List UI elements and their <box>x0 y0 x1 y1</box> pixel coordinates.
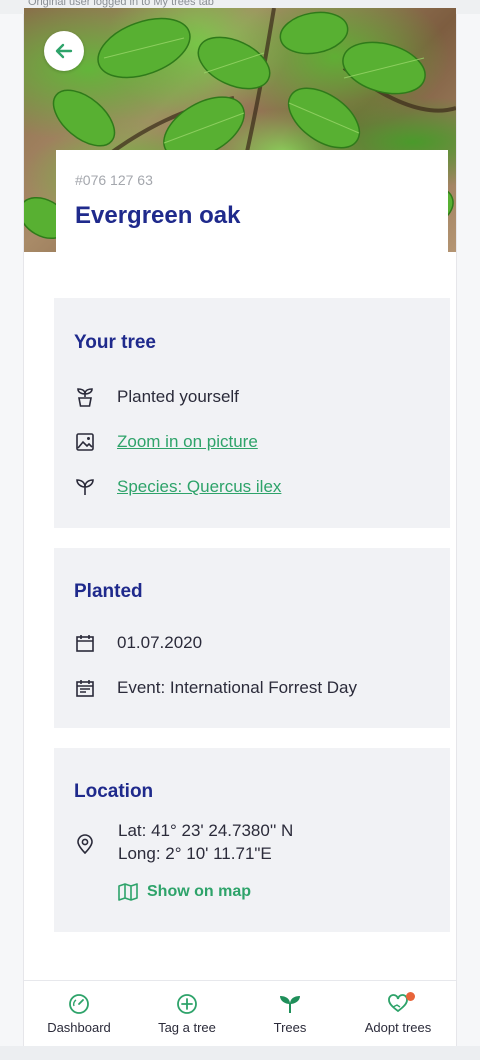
location-card: Location Lat: 41° 23' 24.7380'' N Long: … <box>54 748 450 932</box>
tree-id: #076 127 63 <box>75 172 153 188</box>
app-frame: Original user logged in to My trees tab <box>0 0 480 1060</box>
planted-date-row: 01.07.2020 <box>74 632 202 654</box>
plant-pot-icon <box>74 386 96 408</box>
coordinates: Lat: 41° 23' 24.7380'' N Long: 2° 10' 11… <box>118 819 293 865</box>
nav-adopt-trees[interactable]: Adopt trees <box>340 981 456 1047</box>
nav-adopt-trees-label: Adopt trees <box>364 1020 432 1035</box>
right-gutter <box>456 0 480 1060</box>
nav-dashboard[interactable]: Dashboard <box>24 981 134 1047</box>
nav-trees[interactable]: Trees <box>240 981 340 1047</box>
location-title: Location <box>74 781 154 802</box>
species-row[interactable]: Species: Quercus ilex <box>74 476 281 498</box>
sprout-icon <box>280 996 300 1013</box>
nav-tag-tree-label: Tag a tree <box>158 1020 216 1035</box>
location-pin-icon <box>76 834 94 859</box>
zoom-picture-link[interactable]: Zoom in on picture <box>117 432 258 452</box>
gauge-icon <box>69 994 89 1014</box>
your-tree-card: Your tree Planted yourself Zoom in on pi… <box>54 298 450 528</box>
notification-badge <box>406 992 415 1001</box>
planted-event-row: Event: International Forrest Day <box>74 677 357 699</box>
planted-by-text: Planted yourself <box>117 387 239 406</box>
nav-dashboard-label: Dashboard <box>47 1020 111 1035</box>
sprout-icon <box>74 476 96 498</box>
nav-tag-tree[interactable]: Tag a tree <box>134 981 240 1047</box>
calendar-icon <box>74 632 96 654</box>
species-link[interactable]: Species: Quercus ilex <box>117 477 281 497</box>
your-tree-title: Your tree <box>74 332 157 353</box>
show-on-map-link[interactable]: Show on map <box>118 883 251 901</box>
status-text: Original user logged in to My trees tab <box>28 0 214 8</box>
show-on-map-label: Show on map <box>147 883 251 900</box>
map-icon <box>118 883 138 901</box>
bottom-strip <box>0 1046 480 1060</box>
back-button[interactable] <box>44 31 84 71</box>
planted-date: 01.07.2020 <box>117 633 203 652</box>
bottom-nav: Dashboard Tag a tree Trees Adopt trees <box>24 980 456 1046</box>
image-icon <box>74 431 96 453</box>
nav-trees-label: Trees <box>273 1020 307 1035</box>
planted-title: Planted <box>74 581 143 602</box>
left-gutter <box>0 0 24 1060</box>
planted-by-row: Planted yourself <box>74 386 239 408</box>
planted-event: Event: International Forrest Day <box>117 678 358 697</box>
calendar-event-icon <box>74 677 96 699</box>
plus-circle-icon <box>177 994 197 1014</box>
page-title: Evergreen oak <box>75 202 241 229</box>
longitude: Long: 2° 10' 11.71"E <box>118 844 272 863</box>
planted-card: Planted 01.07.2020 Event: International … <box>54 548 450 728</box>
zoom-picture-row[interactable]: Zoom in on picture <box>74 431 258 453</box>
title-card: #076 127 63 Evergreen oak <box>56 150 448 252</box>
latitude: Lat: 41° 23' 24.7380'' N <box>118 821 294 840</box>
arrow-left-icon <box>55 43 73 59</box>
